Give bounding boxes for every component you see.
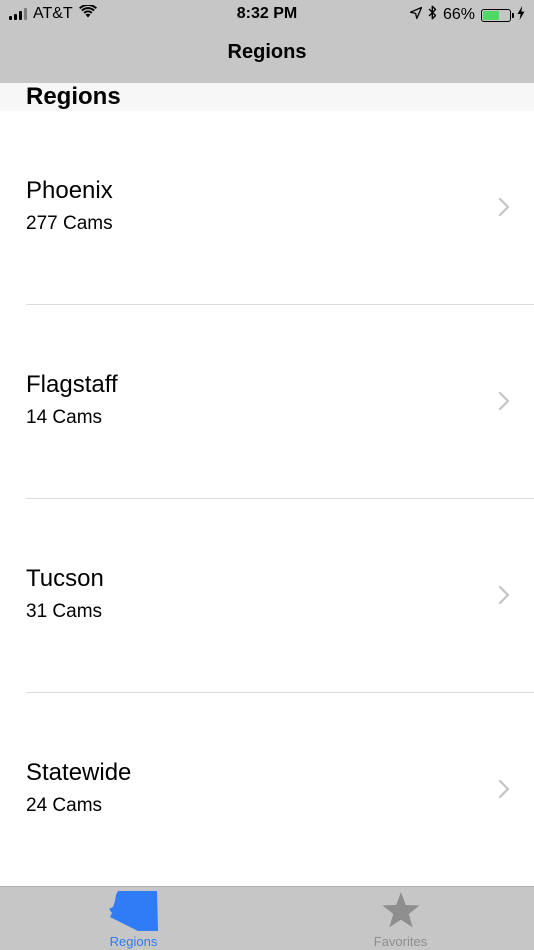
tab-regions[interactable]: Regions xyxy=(0,887,267,950)
region-name: Tucson xyxy=(26,565,104,592)
section-header: Regions xyxy=(0,83,534,111)
charging-bolt-icon xyxy=(517,5,525,25)
region-cam-count: 14 Cams xyxy=(26,407,103,428)
battery-percent: 66% xyxy=(442,6,475,23)
region-row-flagstaff[interactable]: Flagstaff 14 Cams xyxy=(0,305,534,499)
battery-icon xyxy=(481,8,514,22)
region-name: Phoenix xyxy=(26,177,113,204)
tab-bar: Regions Favorites xyxy=(0,886,534,950)
region-row-statewide[interactable]: Statewide 24 Cams xyxy=(0,693,534,887)
region-row-tucson[interactable]: Tucson 31 Cams xyxy=(0,499,534,693)
screen: AT&T 8:32 PM 66% Regions Regions Phoenix… xyxy=(0,0,534,950)
status-bar: AT&T 8:32 PM 66% xyxy=(0,0,534,28)
regions-list: Phoenix 277 Cams Flagstaff 14 Cams Tucso… xyxy=(0,111,534,887)
chevron-right-icon xyxy=(498,585,510,605)
tab-label: Favorites xyxy=(373,934,428,949)
battery-fill xyxy=(483,10,499,20)
star-icon xyxy=(381,892,420,928)
top-bar: AT&T 8:32 PM 66% Regions xyxy=(0,0,534,83)
nav-title: Regions xyxy=(227,41,307,63)
region-cam-count: 31 Cams xyxy=(26,601,103,622)
bluetooth-icon xyxy=(428,5,437,25)
region-row-phoenix[interactable]: Phoenix 277 Cams xyxy=(0,111,534,305)
chevron-right-icon xyxy=(498,197,510,217)
region-cam-count: 277 Cams xyxy=(26,213,113,234)
chevron-right-icon xyxy=(498,779,510,799)
chevron-right-icon xyxy=(498,391,510,411)
location-arrow-icon xyxy=(409,6,423,24)
region-name: Statewide xyxy=(26,759,132,786)
arizona-state-icon xyxy=(108,891,158,931)
tab-label: Regions xyxy=(109,934,158,949)
status-right: 66% xyxy=(409,5,525,25)
tab-favorites[interactable]: Favorites xyxy=(267,887,534,950)
navigation-bar: Regions xyxy=(0,28,534,83)
region-cam-count: 24 Cams xyxy=(26,795,103,816)
region-name: Flagstaff xyxy=(26,371,118,398)
section-header-title: Regions xyxy=(26,83,121,110)
